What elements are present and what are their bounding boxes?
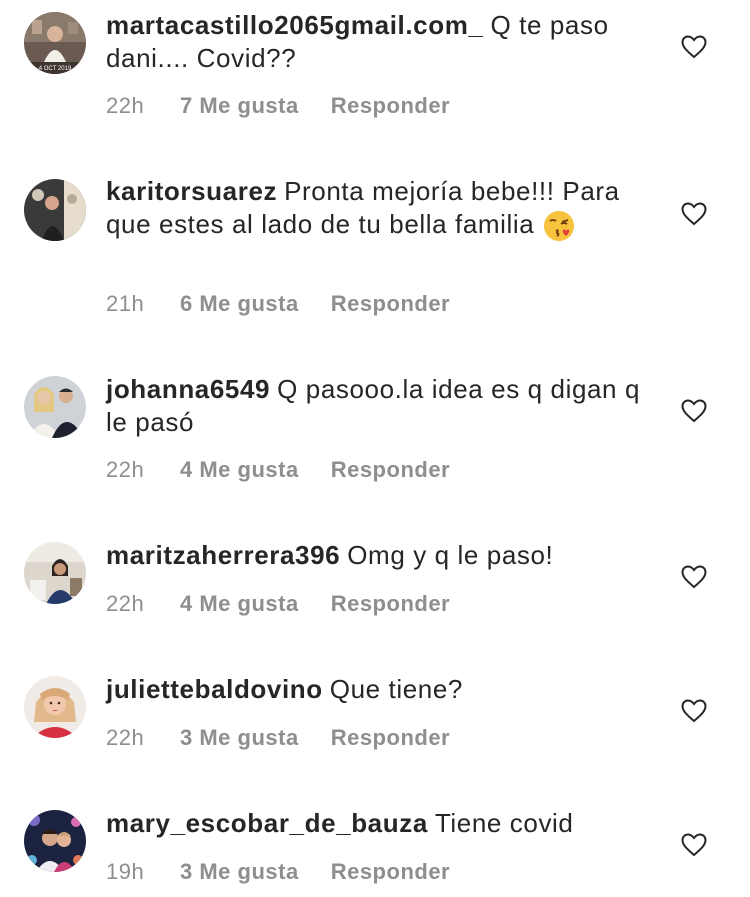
comment-meta: 22h 4 Me gusta Responder bbox=[106, 591, 450, 617]
comment-time: 22h bbox=[106, 457, 145, 482]
comment-username[interactable]: karitorsuarez bbox=[106, 176, 277, 206]
comment-body: Que tiene? bbox=[329, 674, 463, 704]
comment-meta: 19h 3 Me gusta Responder bbox=[106, 859, 450, 885]
comment-body: Tiene covid bbox=[434, 808, 574, 838]
heart-outline-icon[interactable] bbox=[681, 699, 707, 723]
comment-text: maritzaherrera396 Omg y q le paso! bbox=[106, 539, 651, 572]
comment-username[interactable]: maritzaherrera396 bbox=[106, 540, 340, 570]
comment-likes[interactable]: 7 Me gusta bbox=[180, 93, 299, 119]
comment-time: 22h bbox=[106, 591, 145, 616]
comment-body: Omg y q le paso! bbox=[347, 540, 554, 570]
comment-text: karitorsuarez Pronta mejoría bebe!!! Para… bbox=[106, 175, 651, 243]
comment-time: 22h bbox=[106, 93, 145, 118]
avatar[interactable] bbox=[24, 810, 86, 872]
kissing-face-emoji bbox=[542, 209, 576, 243]
reply-button[interactable]: Responder bbox=[331, 457, 450, 483]
avatar[interactable] bbox=[24, 376, 86, 438]
heart-outline-icon[interactable] bbox=[681, 399, 707, 423]
comment-likes[interactable]: 4 Me gusta bbox=[180, 591, 299, 617]
avatar[interactable] bbox=[24, 676, 86, 738]
heart-outline-icon[interactable] bbox=[681, 202, 707, 226]
comment-meta: 21h 6 Me gusta Responder bbox=[106, 291, 450, 317]
comment-likes[interactable]: 3 Me gusta bbox=[180, 725, 299, 751]
avatar[interactable] bbox=[24, 179, 86, 241]
comment-username[interactable]: johanna6549 bbox=[106, 374, 270, 404]
reply-button[interactable]: Responder bbox=[331, 291, 450, 317]
heart-outline-icon[interactable] bbox=[681, 35, 707, 59]
reply-button[interactable]: Responder bbox=[331, 591, 450, 617]
comment-meta: 22h 7 Me gusta Responder bbox=[106, 93, 450, 119]
comment-meta: 22h 3 Me gusta Responder bbox=[106, 725, 450, 751]
comment-likes[interactable]: 3 Me gusta bbox=[180, 859, 299, 885]
comment-text: mary_escobar_de_bauza Tiene covid bbox=[106, 807, 651, 840]
comment-text: johanna6549 Q pasooo.la idea es q digan q… bbox=[106, 373, 651, 439]
reply-button[interactable]: Responder bbox=[331, 93, 450, 119]
avatar[interactable]: 4 OCT 2019 bbox=[24, 12, 86, 74]
comment-username[interactable]: juliettebаldovino bbox=[106, 674, 323, 704]
comment-time: 22h bbox=[106, 725, 145, 750]
comment-meta: 22h 4 Me gusta Responder bbox=[106, 457, 450, 483]
avatar[interactable] bbox=[24, 542, 86, 604]
avatar-caption: 4 OCT 2019 bbox=[39, 66, 72, 72]
comment-likes[interactable]: 4 Me gusta bbox=[180, 457, 299, 483]
comment-text: martacastillo2065gmail.com_ Q te paso dan… bbox=[106, 9, 651, 75]
comment-text: juliettebаldovino Que tiene? bbox=[106, 673, 651, 706]
heart-outline-icon[interactable] bbox=[681, 833, 707, 857]
comment-username[interactable]: martacastillo2065gmail.com_ bbox=[106, 10, 484, 40]
heart-outline-icon[interactable] bbox=[681, 565, 707, 589]
comment-likes[interactable]: 6 Me gusta bbox=[180, 291, 299, 317]
reply-button[interactable]: Responder bbox=[331, 725, 450, 751]
comment-time: 21h bbox=[106, 291, 145, 316]
comment-username[interactable]: mary_escobar_de_bauza bbox=[106, 808, 428, 838]
reply-button[interactable]: Responder bbox=[331, 859, 450, 885]
comment-time: 19h bbox=[106, 859, 145, 884]
